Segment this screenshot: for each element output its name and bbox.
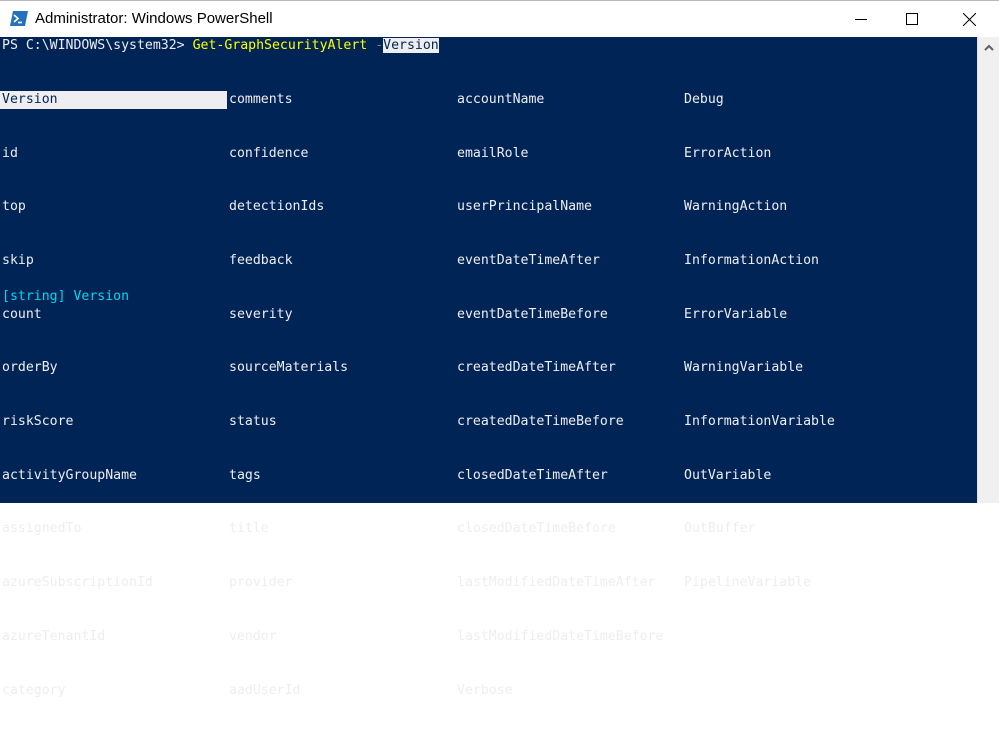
completion-item[interactable]: provider	[227, 574, 348, 592]
completion-column-2: comments confidence detectionIds feedbac…	[227, 55, 348, 735]
completion-item[interactable]: detectionIds	[227, 198, 348, 216]
completion-item[interactable]: assignedTo	[0, 520, 227, 538]
powershell-icon	[10, 11, 28, 26]
completion-item[interactable]: count	[0, 306, 227, 324]
completion-item[interactable]: activityGroupName	[0, 467, 227, 485]
maximize-button[interactable]	[889, 2, 935, 36]
completion-item[interactable]: emailRole	[455, 145, 663, 163]
completion-item[interactable]: category	[0, 682, 227, 700]
prompt: PS C:\WINDOWS\system32>	[2, 38, 193, 53]
window-title: Administrator: Windows PowerShell	[35, 10, 273, 27]
completion-item[interactable]: title	[227, 520, 348, 538]
completion-item[interactable]: InformationAction	[682, 252, 835, 270]
completion-item[interactable]: top	[0, 198, 227, 216]
completion-item[interactable]: userPrincipalName	[455, 198, 663, 216]
completion-item[interactable]: Debug	[682, 91, 835, 109]
close-button[interactable]	[946, 2, 992, 36]
completion-column-4: Debug ErrorAction WarningAction Informat…	[682, 55, 835, 628]
completion-item[interactable]: Version	[0, 90, 227, 109]
completion-item[interactable]: WarningAction	[682, 198, 835, 216]
completion-column-1: Version id top skip count orderBy riskSc…	[0, 55, 227, 735]
completion-menu: Version id top skip count orderBy riskSc…	[0, 55, 835, 698]
completion-item[interactable]: feedback	[227, 252, 348, 270]
vertical-scrollbar[interactable]	[977, 37, 999, 503]
completion-item[interactable]: Verbose	[455, 682, 663, 700]
completion-item[interactable]: InformationVariable	[682, 413, 835, 431]
completion-item[interactable]: createdDateTimeAfter	[455, 359, 663, 377]
completion-item[interactable]: lastModifiedDateTimeBefore	[455, 628, 663, 646]
completion-item[interactable]: vendor	[227, 628, 348, 646]
completion-item[interactable]: sourceMaterials	[227, 359, 348, 377]
completion-item[interactable]: WarningVariable	[682, 359, 835, 377]
param-dash: -	[375, 38, 384, 53]
completion-item[interactable]: severity	[227, 306, 348, 324]
scroll-up-button[interactable]	[978, 37, 999, 57]
completion-column-3: accountName emailRole userPrincipalName …	[455, 55, 663, 735]
completion-item[interactable]: comments	[227, 91, 348, 109]
completion-item[interactable]: id	[0, 145, 227, 163]
completion-item[interactable]: eventDateTimeAfter	[455, 252, 663, 270]
completion-item[interactable]: skip	[0, 252, 227, 270]
completion-item[interactable]: eventDateTimeBefore	[455, 306, 663, 324]
title-bar[interactable]: Administrator: Windows PowerShell	[0, 0, 999, 38]
completion-item[interactable]: tags	[227, 467, 348, 485]
maximize-icon	[906, 13, 918, 25]
parameter-type-hint: [string] Version	[2, 289, 130, 304]
console-area[interactable]: PS C:\WINDOWS\system32> Get-GraphSecurit…	[0, 37, 977, 698]
completion-item[interactable]: ErrorAction	[682, 145, 835, 163]
completion-item[interactable]: azureSubscriptionId	[0, 574, 227, 592]
completion-item[interactable]: aadUserId	[227, 682, 348, 700]
minimize-button[interactable]	[838, 2, 884, 36]
completion-item[interactable]: confidence	[227, 145, 348, 163]
completion-item[interactable]: OutBuffer	[682, 520, 835, 538]
completion-item[interactable]: createdDateTimeBefore	[455, 413, 663, 431]
completion-item[interactable]: status	[227, 413, 348, 431]
completion-item[interactable]: lastModifiedDateTimeAfter	[455, 574, 663, 592]
completion-item[interactable]: OutVariable	[682, 467, 835, 485]
completion-item[interactable]: PipelineVariable	[682, 574, 835, 592]
completion-item[interactable]: riskScore	[0, 413, 227, 431]
completion-item[interactable]: closedDateTimeBefore	[455, 520, 663, 538]
completion-item[interactable]: accountName	[455, 91, 663, 109]
completion-item[interactable]: azureTenantId	[0, 628, 227, 646]
close-icon	[962, 12, 976, 26]
completion-item[interactable]: closedDateTimeAfter	[455, 467, 663, 485]
powershell-window: Administrator: Windows PowerShell PS C:\…	[0, 0, 999, 698]
command-text: Get-GraphSecurityAlert	[192, 38, 368, 53]
chevron-up-icon	[984, 44, 994, 51]
minimize-icon	[855, 19, 867, 20]
completion-item[interactable]: ErrorVariable	[682, 306, 835, 324]
completion-item[interactable]: orderBy	[0, 359, 227, 377]
param-name: Version	[383, 38, 439, 53]
prompt-line: PS C:\WINDOWS\system32> Get-GraphSecurit…	[2, 37, 439, 55]
